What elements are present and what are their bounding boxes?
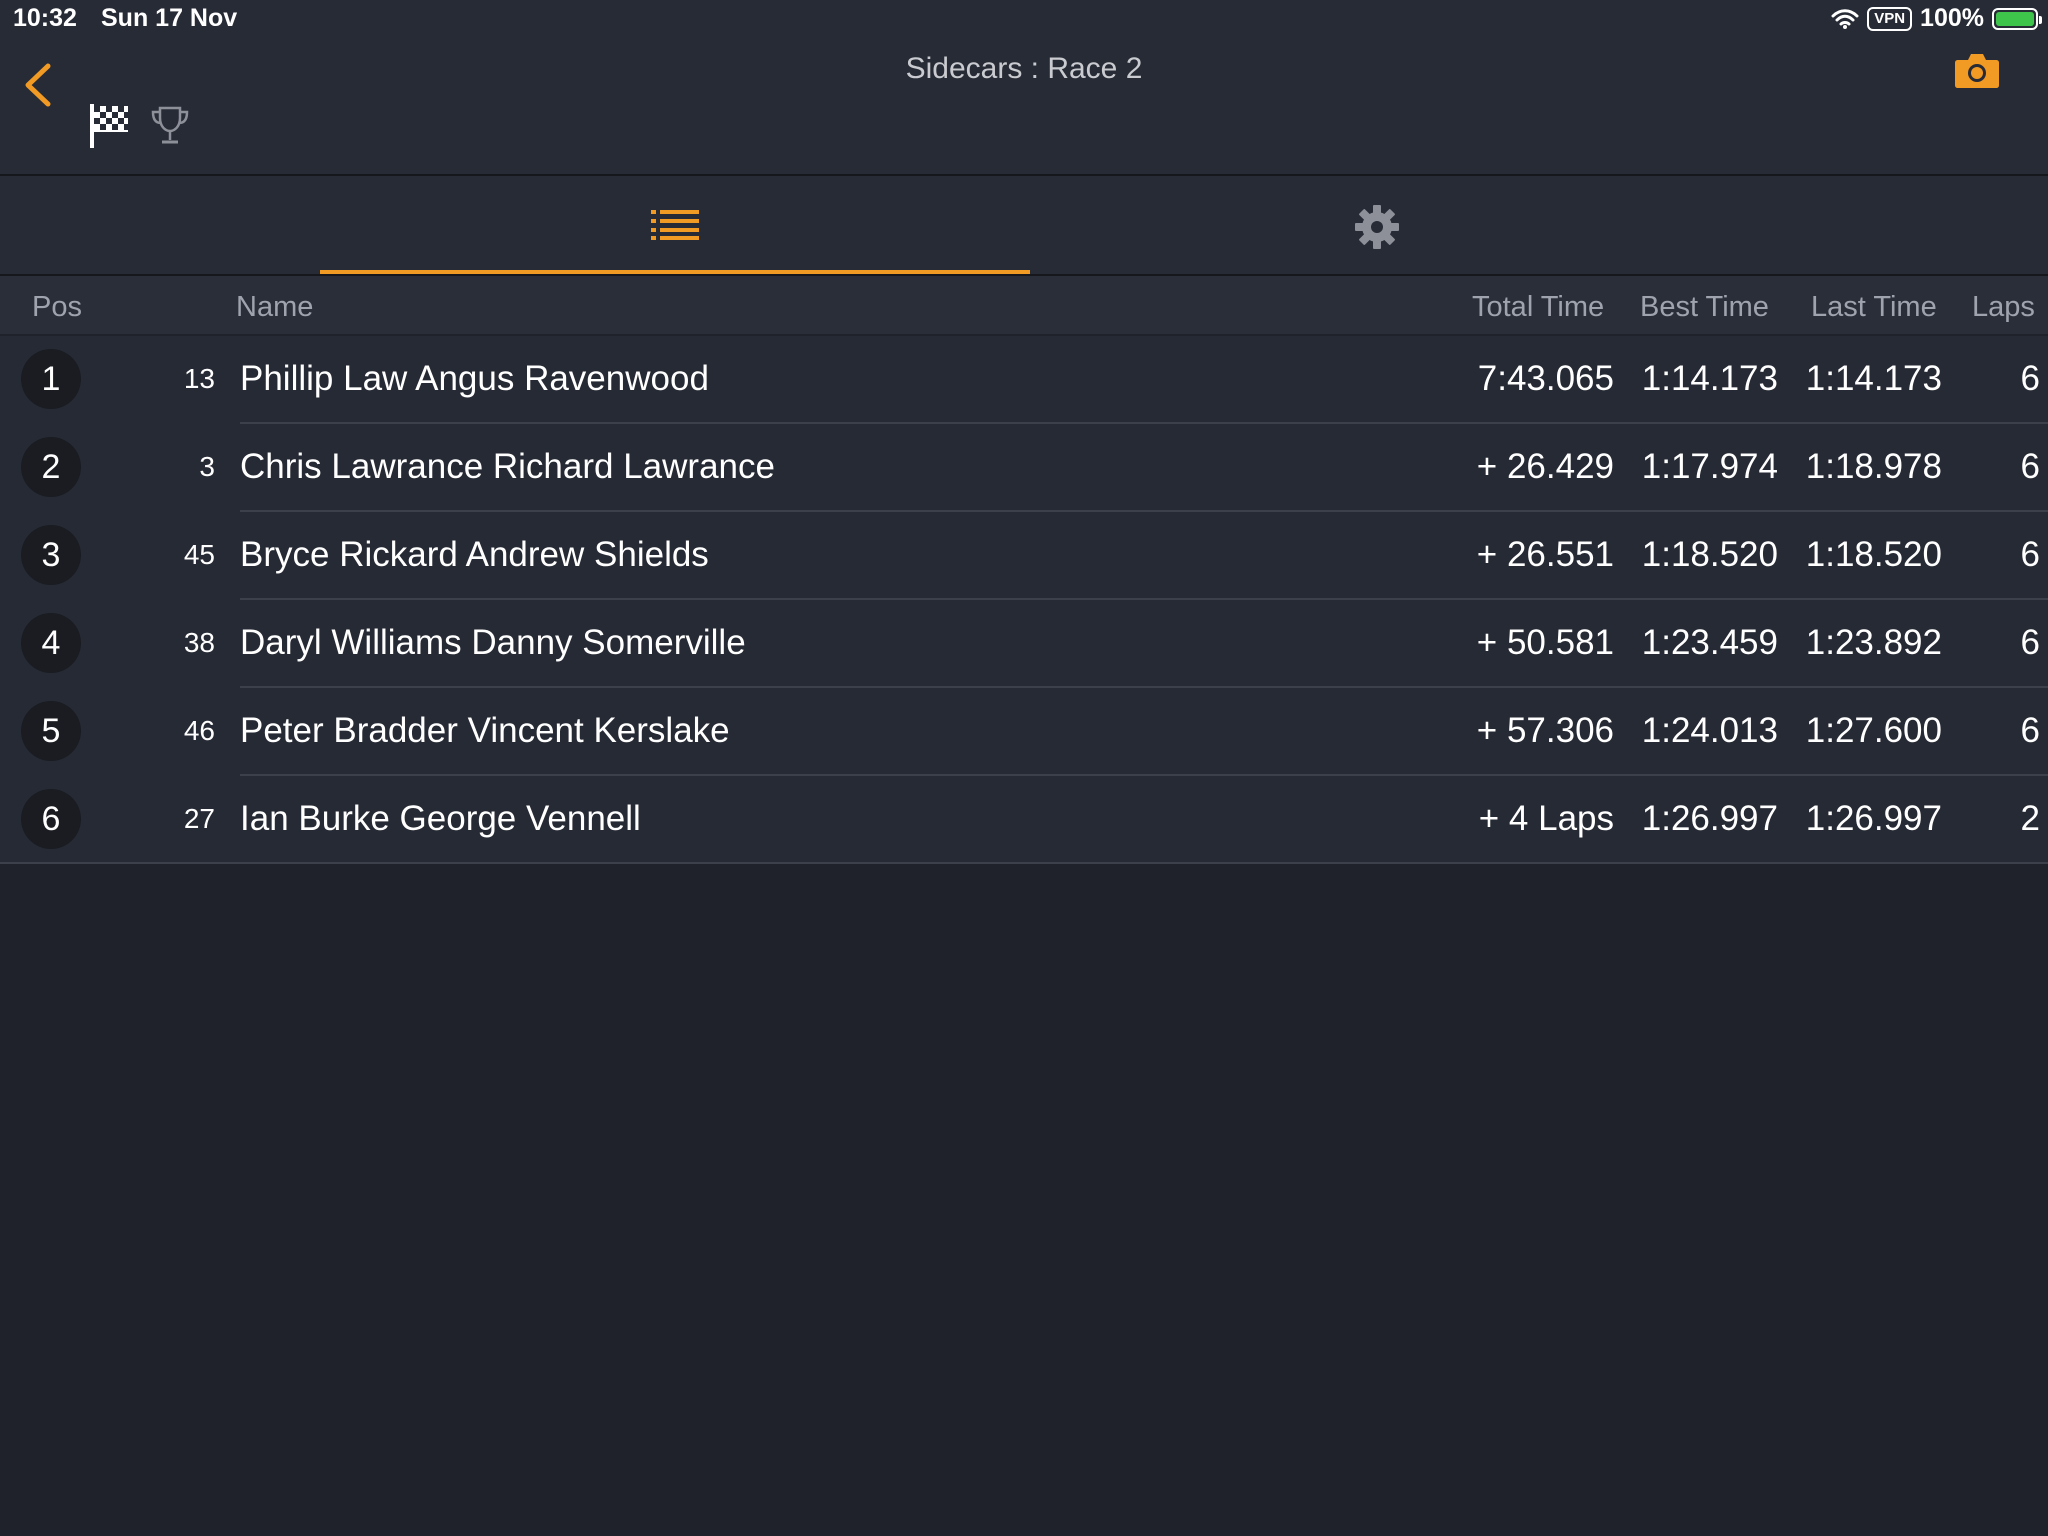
results-flag-button[interactable] [88,102,130,150]
selected-tab-indicator [320,270,1030,274]
status-date: Sun 17 Nov [101,4,238,32]
total-time: + 26.551 [1476,535,1614,574]
results-table: 1 13 Phillip Law Angus Ravenwood 7:43.06… [0,336,2048,864]
total-time: + 4 Laps [1478,799,1614,838]
rider-names: Chris Lawrance Richard Lawrance [240,447,775,486]
trophy-button[interactable] [150,104,190,148]
best-time: 1:18.520 [1641,535,1778,574]
table-row[interactable]: 4 38 Daryl Williams Danny Somerville + 5… [0,600,2048,688]
list-icon [651,210,699,240]
race-number: 38 [183,627,215,658]
rider-names: Bryce Rickard Andrew Shields [240,535,709,574]
position-badge: 5 [21,701,81,761]
laps-count: 6 [2020,447,2040,486]
header-laps: Laps [1972,291,2035,323]
laps-count: 2 [2020,799,2040,838]
race-number: 46 [183,715,215,746]
best-time: 1:14.173 [1641,359,1778,398]
table-row[interactable]: 2 3 Chris Lawrance Richard Lawrance + 26… [0,424,2048,512]
tab-settings[interactable] [1030,176,1724,274]
race-number: 13 [183,363,215,394]
header-last-time: Last Time [1811,291,1937,323]
best-time: 1:23.459 [1641,623,1778,662]
laps-count: 6 [2020,711,2040,750]
wifi-icon [1831,8,1859,29]
position-badge: 4 [21,613,81,673]
laps-count: 6 [2020,623,2040,662]
header-name: Name [236,291,314,323]
total-time: + 26.429 [1476,447,1614,486]
table-row[interactable]: 3 45 Bryce Rickard Andrew Shields + 26.5… [0,512,2048,600]
status-indicators: VPN 100% [1831,4,2042,33]
laps-count: 6 [2020,535,2040,574]
header-pos: Pos [32,291,82,323]
tab-bar [0,176,2048,276]
last-time: 1:18.978 [1805,447,1942,486]
best-time: 1:17.974 [1641,447,1778,486]
race-number: 3 [199,451,215,482]
rider-names: Peter Bradder Vincent Kerslake [240,711,730,750]
status-bar: 10:32 Sun 17 Nov VPN 100% [0,0,2048,40]
last-time: 1:14.173 [1805,359,1942,398]
rider-names: Daryl Williams Danny Somerville [240,623,746,662]
gear-icon [1355,205,1399,249]
row-divider [0,862,2048,864]
last-time: 1:23.892 [1805,623,1942,662]
position-badge: 2 [21,437,81,497]
table-row[interactable]: 1 13 Phillip Law Angus Ravenwood 7:43.06… [0,336,2048,424]
rider-names: Phillip Law Angus Ravenwood [240,359,709,398]
status-time: 10:32 [13,4,77,32]
battery-percent: 100% [1920,4,1984,32]
laps-count: 6 [2020,359,2040,398]
trophy-icon [151,106,189,144]
rider-names: Ian Burke George Vennell [240,799,641,838]
total-time: + 57.306 [1476,711,1614,750]
header-total-time: Total Time [1472,291,1605,323]
best-time: 1:24.013 [1641,711,1778,750]
race-number: 27 [183,803,215,834]
camera-icon [1955,54,1999,88]
race-number: 45 [183,539,215,570]
position-badge: 3 [21,525,81,585]
position-badge: 1 [21,349,81,409]
last-time: 1:27.600 [1805,711,1942,750]
battery-icon [1992,7,2042,30]
page-title: Sidecars : Race 2 [905,52,1143,85]
checkered-flag-icon [90,104,128,148]
position-badge: 6 [21,789,81,849]
last-time: 1:18.520 [1805,535,1942,574]
table-row[interactable]: 6 27 Ian Burke George Vennell + 4 Laps 1… [0,776,2048,864]
vpn-badge: VPN [1867,6,1913,31]
tab-results-list[interactable] [320,176,1030,274]
results-table-header: Pos Name Total Time Best Time Last Time … [0,276,2048,334]
total-time: 7:43.065 [1477,359,1614,398]
best-time: 1:26.997 [1641,799,1778,838]
total-time: + 50.581 [1476,623,1614,662]
last-time: 1:26.997 [1805,799,1942,838]
screenshot-camera-button[interactable] [1954,50,2000,90]
table-row[interactable]: 5 46 Peter Bradder Vincent Kerslake + 57… [0,688,2048,776]
header-best-time: Best Time [1640,291,1769,323]
